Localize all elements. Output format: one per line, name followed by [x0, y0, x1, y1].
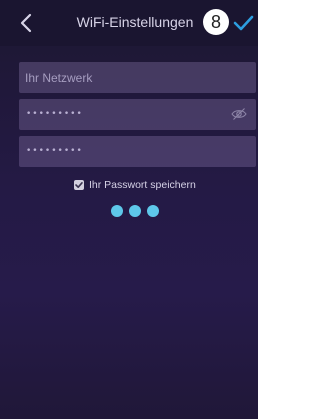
toggle-visibility-button[interactable]	[231, 107, 247, 121]
loading-dot	[111, 205, 123, 217]
loading-dot	[147, 205, 159, 217]
confirm-button[interactable]	[232, 12, 254, 34]
eye-hidden-icon	[231, 108, 247, 120]
save-password-label: Ihr Passwort speichern	[89, 179, 196, 191]
loading-dot	[129, 205, 141, 217]
password-confirm-value: •••••••••	[26, 146, 83, 156]
network-input[interactable]	[19, 62, 256, 93]
password-field[interactable]: •••••••••	[19, 99, 256, 130]
network-field[interactable]	[19, 62, 256, 93]
step-number-badge: 8	[203, 9, 229, 35]
page-title: WiFi-Einstellungen	[76, 14, 194, 30]
password-confirm-field[interactable]: •••••••••	[19, 136, 256, 167]
password-value: •••••••••	[26, 109, 83, 119]
check-icon	[75, 181, 83, 188]
back-button[interactable]	[16, 12, 38, 34]
save-password-checkbox[interactable]	[74, 180, 84, 190]
loading-indicator	[111, 205, 159, 217]
chevron-left-icon	[20, 13, 32, 33]
checkmark-icon	[233, 15, 254, 31]
top-bar: WiFi-Einstellungen 8	[0, 0, 258, 46]
wifi-settings-screen: WiFi-Einstellungen 8 ••••••••• •••••••••	[0, 0, 258, 419]
save-password-row[interactable]: Ihr Passwort speichern	[74, 178, 196, 192]
